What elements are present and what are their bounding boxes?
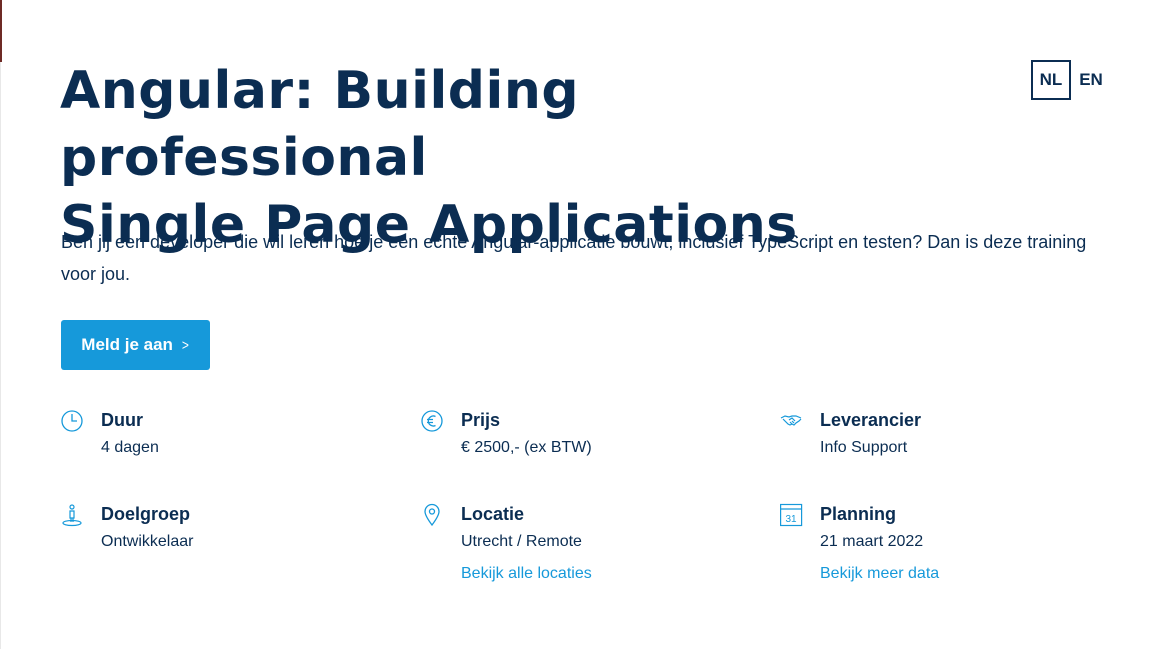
detail-planning-value: 21 maart 2022: [820, 533, 924, 550]
language-option-en[interactable]: EN: [1071, 60, 1111, 100]
page-title-line-1: Angular: Building professional: [60, 61, 580, 188]
language-switcher: NL EN: [1031, 60, 1111, 100]
detail-leverancier-label: Leverancier: [820, 410, 922, 430]
detail-prijs-value: € 2500,- (ex BTW): [461, 439, 592, 456]
handshake-icon: [780, 409, 804, 433]
detail-duur-value: 4 dagen: [101, 439, 159, 456]
person-pin-icon: [61, 503, 85, 527]
register-button[interactable]: Meld je aan >: [61, 320, 210, 370]
euro-icon: [421, 409, 445, 433]
register-button-label: Meld je aan: [81, 335, 173, 354]
location-pin-icon: [421, 503, 445, 527]
detail-locatie-label: Locatie: [461, 504, 525, 524]
left-edge-divider: [0, 62, 1, 649]
detail-locatie-value: Utrecht / Remote: [461, 533, 582, 550]
calendar-icon-day: 31: [785, 514, 797, 525]
detail-doelgroep-label: Doelgroep: [101, 504, 191, 524]
detail-duur-label: Duur: [101, 410, 143, 430]
view-all-locations-link[interactable]: Bekijk alle locaties: [461, 563, 592, 585]
view-more-dates-link[interactable]: Bekijk meer data: [820, 563, 939, 585]
chevron-right-icon: >: [181, 336, 189, 354]
course-intro: Ben jij een developer die wil leren hoe …: [61, 232, 1087, 284]
detail-prijs-label: Prijs: [461, 410, 501, 430]
language-option-nl[interactable]: NL: [1031, 60, 1071, 100]
detail-leverancier-value: Info Support: [820, 439, 908, 456]
detail-doelgroep-value: Ontwikkelaar: [101, 533, 194, 550]
detail-planning-label: Planning: [820, 504, 896, 524]
left-edge-accent: [0, 0, 2, 62]
calendar-icon: 31: [780, 503, 804, 527]
clock-icon: [61, 409, 85, 433]
